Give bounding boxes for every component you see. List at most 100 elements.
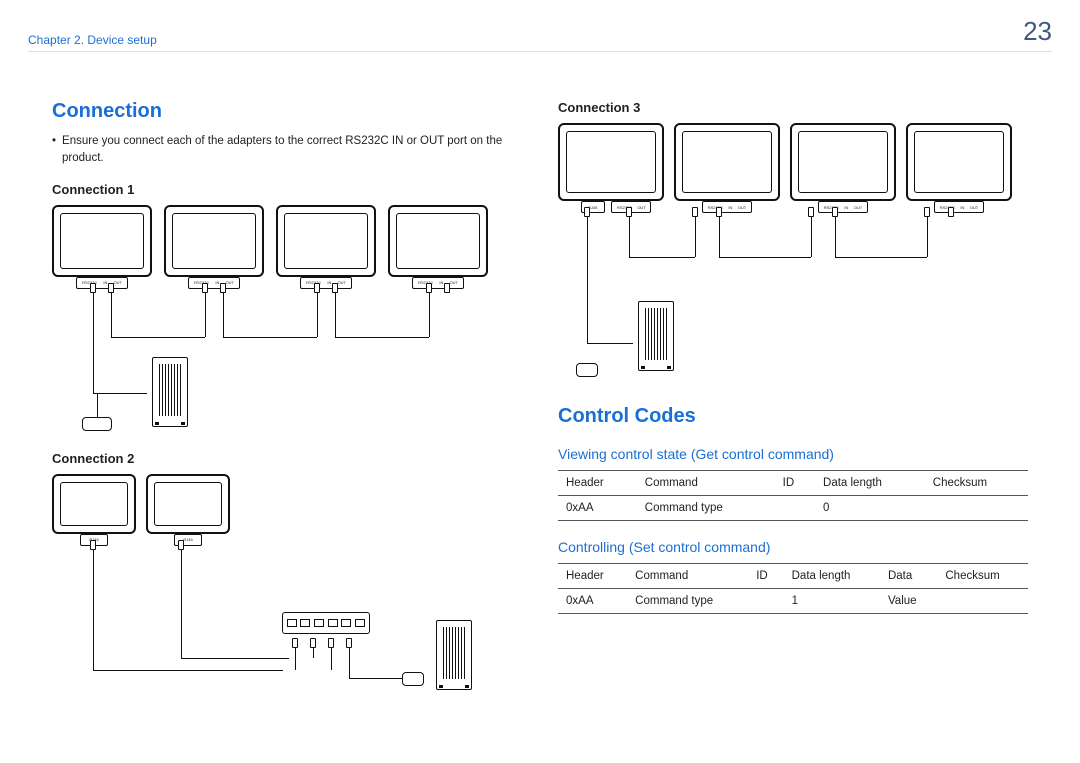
connection-1-heading: Connection 1 xyxy=(52,182,522,197)
monitor: RS232CINOUT xyxy=(164,205,264,277)
viewing-subheading: Viewing control state (Get control comma… xyxy=(558,446,1028,462)
monitor: RJ45 RS232COUT xyxy=(558,123,664,201)
th: ID xyxy=(775,471,815,496)
tower-grille xyxy=(159,364,181,416)
cable xyxy=(811,217,812,257)
tower-feet xyxy=(153,422,187,426)
cable xyxy=(313,648,314,658)
cable xyxy=(335,293,336,337)
td: 0xAA xyxy=(558,589,627,614)
cable xyxy=(181,550,182,658)
plug-icon xyxy=(948,207,954,217)
monitor: RS232CINOUT xyxy=(790,123,896,201)
cable xyxy=(587,217,588,343)
plug-icon xyxy=(314,283,320,293)
th: ID xyxy=(748,564,783,589)
bullet-dot-icon xyxy=(52,133,56,168)
cable xyxy=(93,550,94,670)
cable xyxy=(629,217,630,257)
cable xyxy=(111,337,205,338)
cable xyxy=(335,337,429,338)
th: Data xyxy=(880,564,937,589)
plug-icon xyxy=(310,638,316,648)
adapter-icon xyxy=(402,672,424,686)
cable xyxy=(205,293,206,337)
plug-icon xyxy=(584,207,590,217)
cable xyxy=(835,217,836,257)
pc-tower-icon xyxy=(436,620,472,690)
left-column: Connection Ensure you connect each of th… xyxy=(52,100,522,739)
connection-body: Ensure you connect each of the adapters … xyxy=(52,133,522,168)
cable xyxy=(349,678,409,679)
td: 1 xyxy=(784,589,880,614)
plug-icon xyxy=(90,283,96,293)
monitor: RS232CINOUT xyxy=(674,123,780,201)
cable xyxy=(181,658,289,659)
tower-grille xyxy=(443,627,465,679)
cable xyxy=(587,343,633,344)
cable xyxy=(223,293,224,337)
plug-icon xyxy=(220,283,226,293)
td: Command type xyxy=(637,496,775,521)
plug-icon xyxy=(808,207,814,217)
tower-feet xyxy=(437,685,471,689)
plug-icon xyxy=(346,638,352,648)
monitor-row: RS232CINOUT RS232CINOUT RS232CINOUT RS23… xyxy=(52,205,522,277)
plug-icon xyxy=(444,283,450,293)
table-header-row: Header Command ID Data length Checksum xyxy=(558,471,1028,496)
th: Header xyxy=(558,564,627,589)
cable xyxy=(93,670,283,671)
controlling-subheading: Controlling (Set control command) xyxy=(558,539,1028,555)
th: Data length xyxy=(815,471,925,496)
connection-2-heading: Connection 2 xyxy=(52,451,522,466)
tower-grille xyxy=(645,308,667,360)
control-codes-heading: Control Codes xyxy=(558,405,1028,428)
td xyxy=(937,589,1028,614)
plug-icon xyxy=(178,540,184,550)
cable xyxy=(331,648,332,670)
table-row: 0xAA Command type 1 Value xyxy=(558,589,1028,614)
plug-icon xyxy=(328,638,334,648)
serial-adapter-icon xyxy=(82,417,112,431)
plug-icon xyxy=(202,283,208,293)
connection-2-diagram: RJ45 RJ45 xyxy=(52,474,522,704)
cable xyxy=(93,393,147,394)
plug-icon xyxy=(108,283,114,293)
bullet-note: Ensure you connect each of the adapters … xyxy=(52,133,522,168)
plug-icon xyxy=(426,283,432,293)
connection-3-diagram: RJ45 RS232COUT RS232CINOUT RS232CINOUT R… xyxy=(558,123,1028,381)
cable xyxy=(223,337,317,338)
cable xyxy=(835,257,927,258)
tower-feet xyxy=(639,366,673,370)
pc-tower-icon xyxy=(152,357,188,427)
td xyxy=(748,589,783,614)
content: Connection Ensure you connect each of th… xyxy=(52,100,1028,739)
plug-icon xyxy=(90,540,96,550)
plug-icon xyxy=(692,207,698,217)
monitor: RJ45 xyxy=(146,474,230,534)
td: 0xAA xyxy=(558,496,637,521)
monitor: RJ45 xyxy=(52,474,136,534)
th: Checksum xyxy=(937,564,1028,589)
page-header: Chapter 2. Device setup 23 xyxy=(28,28,1052,52)
td: 0 xyxy=(815,496,925,521)
monitor-row: RJ45 RS232COUT RS232CINOUT RS232CINOUT R… xyxy=(558,123,1028,201)
bullet-text: Ensure you connect each of the adapters … xyxy=(62,133,522,168)
connection-1-diagram: RS232CINOUT RS232CINOUT RS232CINOUT RS23… xyxy=(52,205,522,437)
plug-icon xyxy=(832,207,838,217)
cable xyxy=(317,293,318,337)
right-column: Connection 3 RJ45 RS232COUT RS232CINOUT … xyxy=(558,100,1028,739)
cable xyxy=(429,293,430,337)
page: Chapter 2. Device setup 23 Connection En… xyxy=(0,0,1080,763)
th: Command xyxy=(627,564,748,589)
cable xyxy=(927,217,928,257)
cable xyxy=(695,217,696,257)
get-command-table: Header Command ID Data length Checksum 0… xyxy=(558,470,1028,521)
plug-icon xyxy=(716,207,722,217)
cable xyxy=(93,293,94,393)
cable xyxy=(349,648,350,678)
th: Data length xyxy=(784,564,880,589)
table-row: 0xAA Command type 0 xyxy=(558,496,1028,521)
td xyxy=(775,496,815,521)
th: Checksum xyxy=(925,471,1028,496)
